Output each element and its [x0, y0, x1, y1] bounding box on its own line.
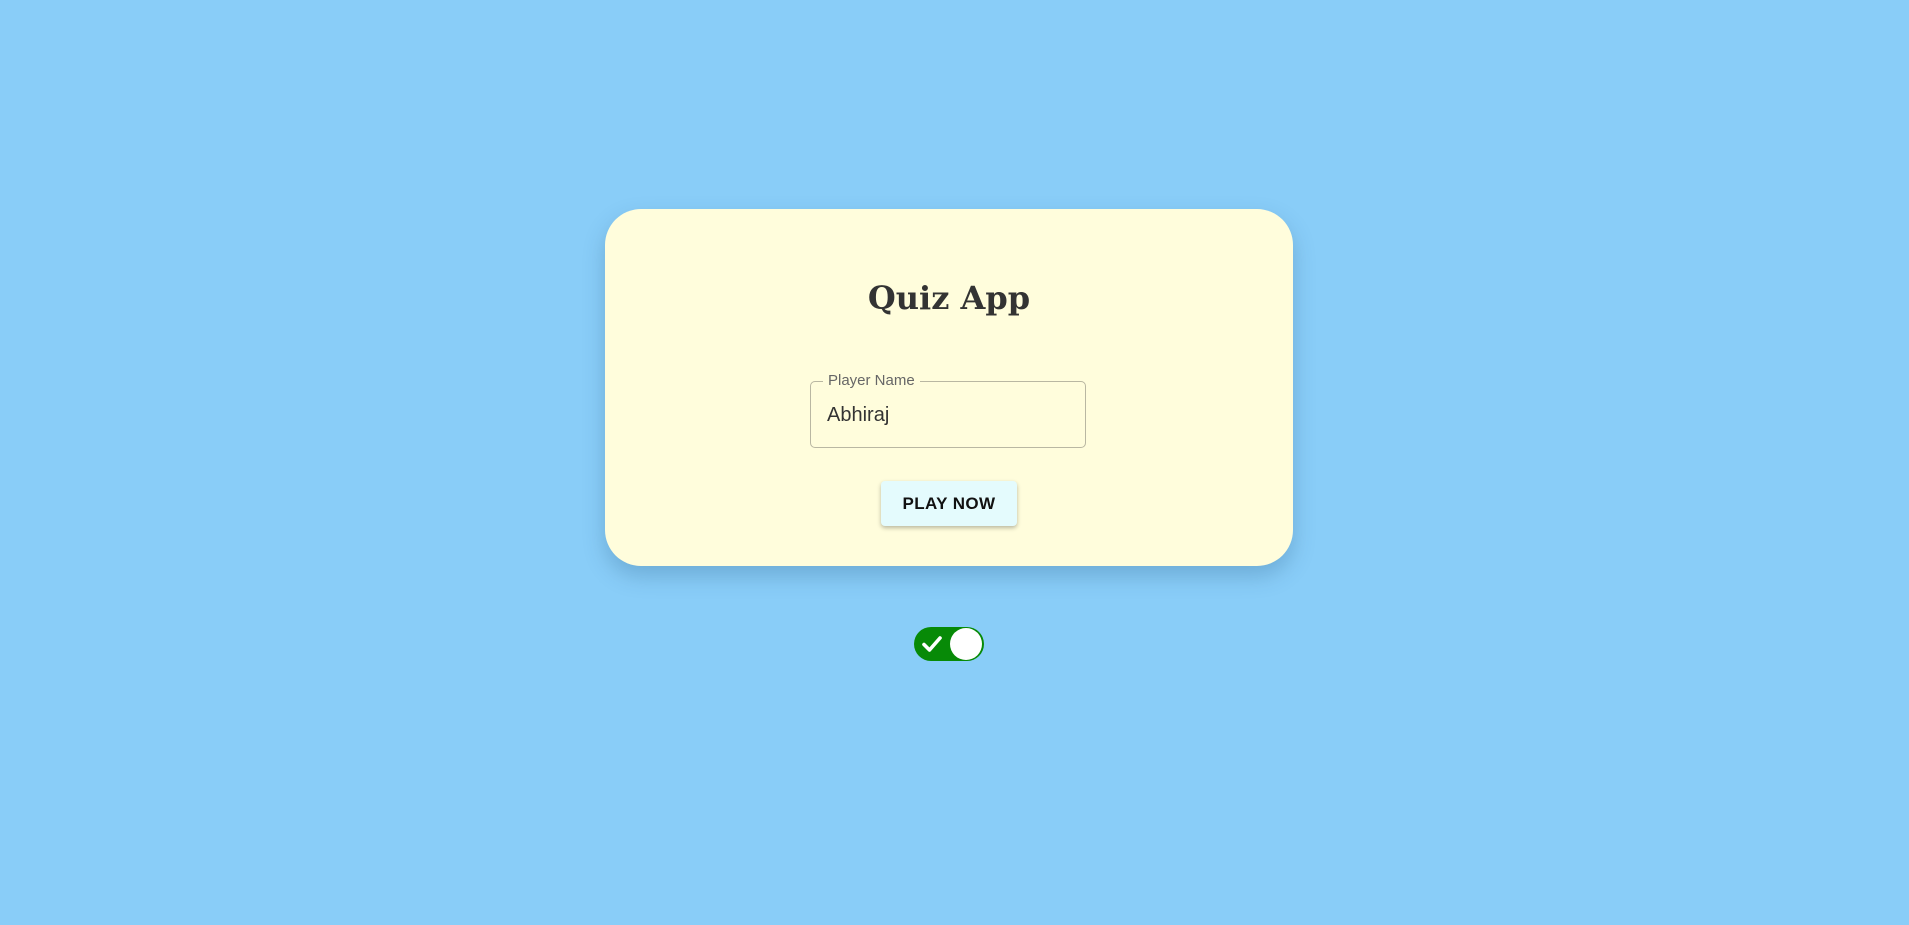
- check-icon: [922, 636, 942, 652]
- toggle-knob: [950, 628, 982, 660]
- play-now-button[interactable]: PLAY NOW: [881, 481, 1017, 526]
- page-title: Quiz App: [867, 279, 1031, 317]
- player-name-field[interactable]: Player Name: [810, 372, 1086, 448]
- player-name-label: Player Name: [823, 372, 920, 390]
- theme-toggle[interactable]: [914, 627, 984, 661]
- page: Quiz App Player Name PLAY NOW: [0, 0, 1909, 925]
- player-name-input[interactable]: [827, 397, 1067, 433]
- quiz-card: Quiz App Player Name PLAY NOW: [605, 209, 1293, 566]
